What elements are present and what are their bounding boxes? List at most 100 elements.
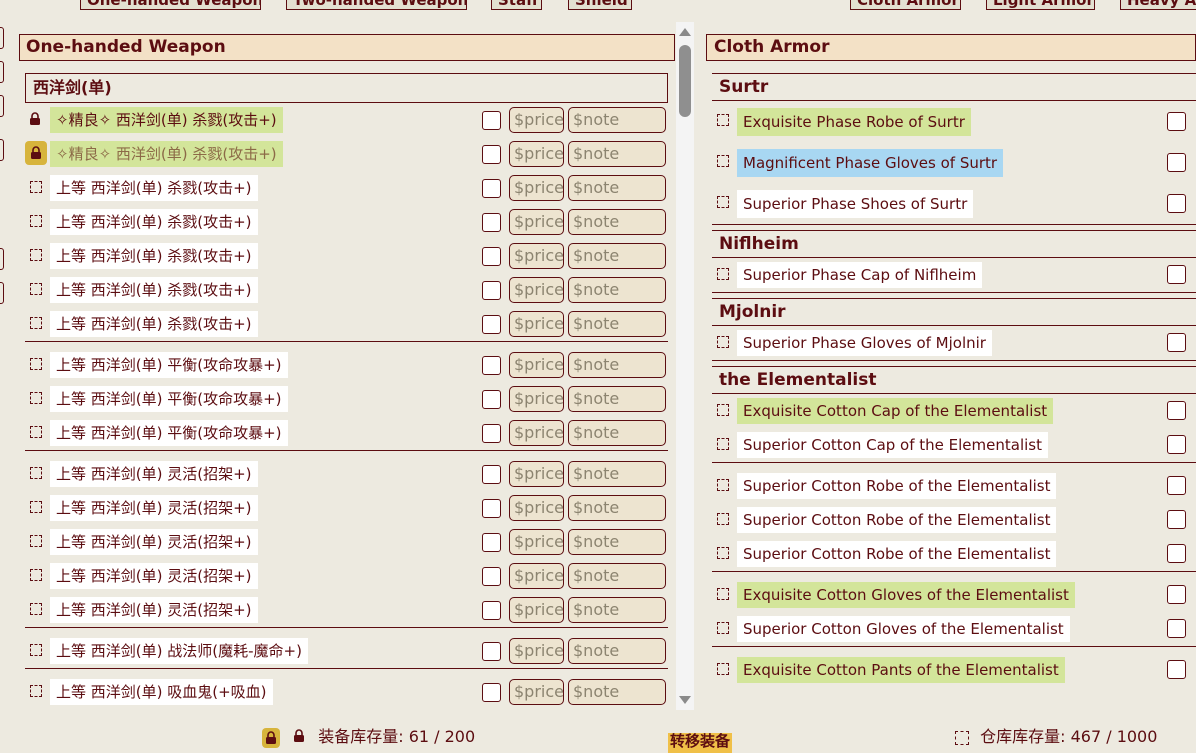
tab-one-handed-weapon[interactable]: One-handed Weapon: [80, 0, 261, 10]
select-icon[interactable]: [30, 181, 42, 193]
item-name[interactable]: 上等 西洋剑(单) 灵活(招架+): [50, 597, 258, 623]
select-checkbox[interactable]: [482, 683, 501, 702]
select-checkbox[interactable]: [482, 465, 501, 484]
select-checkbox[interactable]: [1167, 112, 1186, 131]
equipment-row[interactable]: ✧精良✧ 西洋剑(单) 杀戮(攻击+) $price $note: [25, 103, 668, 137]
item-name[interactable]: Superior Phase Cap of Niflheim: [737, 262, 983, 288]
select-icon[interactable]: [717, 622, 729, 634]
price-input[interactable]: $price: [509, 141, 564, 167]
note-input[interactable]: $note: [568, 461, 666, 487]
equipment-row[interactable]: 上等 西洋剑(单) 灵活(招架+) $price $note: [25, 559, 668, 593]
item-name[interactable]: 上等 西洋剑(单) 吸血鬼(+吸血): [50, 679, 273, 705]
price-input[interactable]: $price: [509, 563, 564, 589]
select-icon[interactable]: [30, 535, 42, 547]
price-input[interactable]: $price: [509, 679, 564, 705]
price-input[interactable]: $price: [509, 311, 564, 337]
select-icon[interactable]: [30, 283, 42, 295]
select-checkbox[interactable]: [1167, 401, 1186, 420]
item-name[interactable]: 上等 西洋剑(单) 杀戮(攻击+): [50, 277, 258, 303]
select-checkbox[interactable]: [482, 356, 501, 375]
select-checkbox[interactable]: [1167, 265, 1186, 284]
select-checkbox[interactable]: [482, 499, 501, 518]
item-name[interactable]: 上等 西洋剑(单) 灵活(招架+): [50, 495, 258, 521]
equipment-row[interactable]: 上等 西洋剑(单) 平衡(攻命攻暴+) $price $note: [25, 416, 668, 450]
item-name[interactable]: Superior Phase Gloves of Mjolnir: [737, 330, 992, 356]
item-name[interactable]: 上等 西洋剑(单) 灵活(招架+): [50, 529, 258, 555]
armor-row[interactable]: Superior Phase Cap of Niflheim: [712, 258, 1196, 292]
select-icon[interactable]: [30, 249, 42, 261]
price-input[interactable]: $price: [509, 420, 564, 446]
price-input[interactable]: $price: [509, 107, 564, 133]
select-checkbox[interactable]: [482, 145, 501, 164]
select-checkbox[interactable]: [1167, 544, 1186, 563]
note-input[interactable]: $note: [568, 352, 666, 378]
select-icon[interactable]: [717, 513, 729, 525]
note-input[interactable]: $note: [568, 141, 666, 167]
equipment-row[interactable]: 上等 西洋剑(单) 灵活(招架+) $price $note: [25, 491, 668, 525]
item-name[interactable]: Exquisite Cotton Pants of the Elementali…: [737, 657, 1065, 683]
select-icon[interactable]: [30, 467, 42, 479]
tab-staff[interactable]: Staff: [491, 0, 542, 10]
item-name[interactable]: 上等 西洋剑(单) 杀戮(攻击+): [50, 311, 258, 337]
item-name[interactable]: 上等 西洋剑(单) 灵活(招架+): [50, 461, 258, 487]
item-name[interactable]: 上等 西洋剑(单) 平衡(攻命攻暴+): [50, 352, 288, 378]
select-checkbox[interactable]: [482, 179, 501, 198]
armor-row[interactable]: Superior Cotton Gloves of the Elementali…: [712, 612, 1196, 646]
select-icon[interactable]: [30, 392, 42, 404]
select-icon[interactable]: [717, 588, 729, 600]
equipment-row[interactable]: 上等 西洋剑(单) 杀戮(攻击+) $price $note: [25, 273, 668, 307]
armor-row[interactable]: Superior Cotton Cap of the Elementalist: [712, 428, 1196, 462]
select-icon[interactable]: [717, 663, 729, 675]
note-input[interactable]: $note: [568, 209, 666, 235]
select-checkbox[interactable]: [482, 567, 501, 586]
select-checkbox[interactable]: [482, 390, 501, 409]
select-icon[interactable]: [717, 547, 729, 559]
price-input[interactable]: $price: [509, 461, 564, 487]
select-checkbox[interactable]: [482, 111, 501, 130]
item-name[interactable]: ✧精良✧ 西洋剑(单) 杀戮(攻击+): [50, 107, 283, 133]
select-icon[interactable]: [30, 501, 42, 513]
transfer-button[interactable]: 转移装备: [668, 733, 733, 753]
item-name[interactable]: 上等 西洋剑(单) 灵活(招架+): [50, 563, 258, 589]
note-input[interactable]: $note: [568, 277, 666, 303]
equipment-row[interactable]: 上等 西洋剑(单) 杀戮(攻击+) $price $note: [25, 239, 668, 273]
note-input[interactable]: $note: [568, 107, 666, 133]
scroll-up-icon[interactable]: [679, 28, 691, 36]
price-input[interactable]: $price: [509, 638, 564, 664]
select-checkbox[interactable]: [482, 315, 501, 334]
select-icon[interactable]: [30, 317, 42, 329]
select-checkbox[interactable]: [482, 424, 501, 443]
note-input[interactable]: $note: [568, 243, 666, 269]
select-checkbox[interactable]: [482, 247, 501, 266]
note-input[interactable]: $note: [568, 638, 666, 664]
select-checkbox[interactable]: [1167, 619, 1186, 638]
select-checkbox[interactable]: [1167, 585, 1186, 604]
price-input[interactable]: $price: [509, 529, 564, 555]
item-name[interactable]: Superior Cotton Robe of the Elementalist: [737, 507, 1057, 533]
equipment-row[interactable]: ✧精良✧ 西洋剑(单) 杀戮(攻击+) $price $note: [25, 137, 668, 171]
tab-cloth-armor[interactable]: Cloth Armor: [850, 0, 961, 10]
select-icon[interactable]: [717, 114, 729, 126]
lock-gold-icon[interactable]: [25, 141, 47, 165]
equipment-row[interactable]: 上等 西洋剑(单) 杀戮(攻击+) $price $note: [25, 205, 668, 239]
price-input[interactable]: $price: [509, 597, 564, 623]
price-input[interactable]: $price: [509, 495, 564, 521]
lock-icon[interactable]: [293, 728, 307, 747]
item-name[interactable]: 上等 西洋剑(单) 杀戮(攻击+): [50, 175, 258, 201]
item-name[interactable]: Superior Cotton Cap of the Elementalist: [737, 432, 1048, 458]
select-icon[interactable]: [717, 404, 729, 416]
scroll-down-icon[interactable]: [679, 696, 691, 704]
equipment-row[interactable]: 上等 西洋剑(单) 吸血鬼(+吸血) $price $note: [25, 675, 668, 709]
equipment-row[interactable]: 上等 西洋剑(单) 灵活(招架+) $price $note: [25, 457, 668, 491]
equipment-row[interactable]: 上等 西洋剑(单) 平衡(攻命攻暴+) $price $note: [25, 348, 668, 382]
select-checkbox[interactable]: [482, 281, 501, 300]
item-name[interactable]: ✧精良✧ 西洋剑(单) 杀戮(攻击+): [50, 141, 283, 167]
select-icon[interactable]: [717, 479, 729, 491]
warehouse-list-scroll-area[interactable]: Cloth Armor Surtr Exquisite Phase Robe of…: [706, 34, 1196, 708]
select-checkbox[interactable]: [482, 601, 501, 620]
select-checkbox[interactable]: [1167, 476, 1186, 495]
note-input[interactable]: $note: [568, 679, 666, 705]
tab-two-handed-weapon[interactable]: Two-handed Weapon: [286, 0, 467, 10]
select-checkbox[interactable]: [1167, 435, 1186, 454]
equipment-row[interactable]: 上等 西洋剑(单) 战法师(魔耗-魔命+) $price $note: [25, 634, 668, 668]
